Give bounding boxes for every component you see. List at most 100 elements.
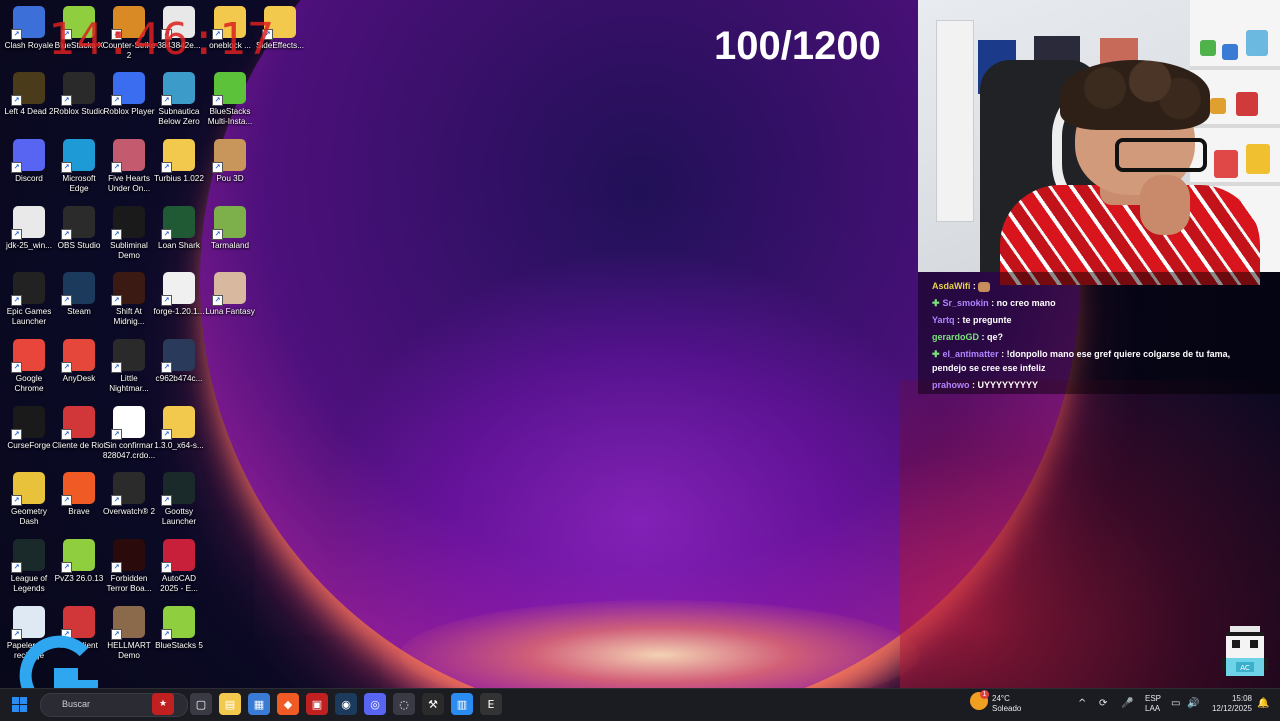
chat-badge-icon: ✚ (932, 298, 940, 308)
search-input[interactable]: Buscar (62, 699, 90, 709)
webcam-toy (1222, 44, 1238, 60)
desktop-icon[interactable]: ↗ League of Legends (2, 539, 56, 594)
desktop-icon[interactable]: ↗ Subnautica Below Zero (152, 72, 206, 127)
desktop-icon[interactable]: ↗ Little Nightmar... (102, 339, 156, 394)
chat-username[interactable]: el_antimatter (943, 349, 999, 359)
desktop-icon[interactable]: ↗ Cliente de Riot (52, 406, 106, 451)
file-explorer-icon[interactable]: ▢ (190, 693, 212, 715)
desktop-icon[interactable]: ↗ Subliminal Demo (102, 206, 156, 261)
shortcut-arrow-icon: ↗ (212, 162, 223, 173)
desktop-icon[interactable]: ↗ BlueStacks 5 (152, 606, 206, 651)
desktop-icon[interactable]: ↗ Left 4 Dead 2 (2, 72, 56, 117)
shortcut-arrow-icon: ↗ (11, 29, 22, 40)
desktop-icon-label: League of Legends (10, 574, 48, 593)
desktop-icon[interactable]: ↗ BlueStacks Multi-Insta... (203, 72, 257, 127)
chat-text: no creo mano (996, 298, 1056, 308)
webcam-toy (1200, 40, 1216, 56)
desktop-icon[interactable]: ↗ 1.3.0_x64-s... (152, 406, 206, 451)
desktop-icon[interactable]: ↗ Epic Games Launcher (2, 272, 56, 327)
overlay-counter: 100/1200 (714, 24, 881, 68)
notifications-bell-icon[interactable]: 🔔 (1257, 698, 1269, 709)
desktop-icon[interactable]: ↗ Discord (2, 139, 56, 184)
desktop-icon[interactable]: ↗ AutoCAD 2025 - E... (152, 539, 206, 594)
chat-username[interactable]: Sr_smokin (943, 298, 989, 308)
start-button[interactable] (12, 697, 28, 713)
store-icon[interactable]: ▦ (248, 693, 270, 715)
shortcut-arrow-icon: ↗ (161, 295, 172, 306)
language-indicator[interactable]: ESP (1145, 694, 1161, 704)
desktop-icon[interactable]: ↗ Five Hearts Under On... (102, 139, 156, 194)
weather-temperature[interactable]: 24°C (992, 694, 1010, 704)
shift-at-midnight-icon: ↗ (111, 272, 145, 306)
shortcut-arrow-icon: ↗ (161, 629, 172, 640)
desktop-icon[interactable]: ↗ Geometry Dash (2, 472, 56, 527)
roblox-studio-icon: ↗ (61, 72, 95, 106)
chat-username[interactable]: AsdaWifi (932, 281, 970, 291)
epic-games-icon: ↗ (11, 272, 45, 306)
taskbar-time[interactable]: 15:08 (1218, 694, 1252, 704)
shortcut-arrow-icon: ↗ (61, 495, 72, 506)
desktop-icon[interactable]: ↗ forge-1.20.1... (152, 272, 206, 317)
desktop-icon[interactable]: ↗ Pou 3D (203, 139, 257, 184)
keyboard-layout[interactable]: LAA (1145, 704, 1160, 714)
chat-message: ✚ el_antimatter : !donpollo mano ese gref… (932, 347, 1264, 375)
desktop-icon[interactable]: ↗ Shift At Midnig... (102, 272, 156, 327)
bluestacks-icon: ↗ (61, 539, 95, 573)
shortcut-arrow-icon: ↗ (11, 429, 22, 440)
discord-icon[interactable]: ◎ (364, 693, 386, 715)
clash-royale-icon: ↗ (11, 6, 45, 40)
microphone-icon[interactable]: 🎤 (1121, 698, 1133, 709)
desktop-icon[interactable]: ↗ Microsoft Edge (52, 139, 106, 194)
network-icon[interactable]: ▭ (1171, 698, 1180, 709)
weather-description[interactable]: Soleado (992, 704, 1021, 714)
desktop-icon[interactable]: ↗ jdk-25_win... (2, 206, 56, 251)
curseforge-icon[interactable]: ⚒ (422, 693, 444, 715)
desktop-icon[interactable]: ↗ Loan Shark (152, 206, 206, 251)
chat-username[interactable]: prahowo (932, 380, 970, 390)
chat-username[interactable]: gerardoGD (932, 332, 979, 342)
shortcut-arrow-icon: ↗ (11, 95, 22, 106)
desktop-icon[interactable]: ↗ Roblox Player (102, 72, 156, 117)
desktop-icon[interactable]: ↗ Roblox Studio (52, 72, 106, 117)
chat-username[interactable]: Yartq (932, 315, 955, 325)
tray-overflow-chevron-icon[interactable]: ^ (1078, 698, 1086, 709)
chat-separator: : (998, 349, 1007, 359)
volume-icon[interactable]: 🔊 (1187, 698, 1199, 709)
desktop-icon[interactable]: ↗ Turbius 1.022 (152, 139, 206, 184)
desktop-icon[interactable]: ↗ Tarmaland (203, 206, 257, 251)
desktop-icon[interactable]: ↗ Steam (52, 272, 106, 317)
steam-icon[interactable]: ◉ (335, 693, 357, 715)
subliminal-icon: ↗ (111, 206, 145, 240)
notepad-icon[interactable]: ▥ (451, 693, 473, 715)
forbidden-terror-icon: ↗ (111, 539, 145, 573)
folder-icon[interactable]: ▤ (219, 693, 241, 715)
riot-client-icon: ↗ (61, 406, 95, 440)
epic-games-icon[interactable]: E (480, 693, 502, 715)
desktop-icon[interactable]: ↗ Overwatch® 2 (102, 472, 156, 517)
shortcut-arrow-icon: ↗ (11, 229, 22, 240)
desktop-icon[interactable]: ↗ c962b474c... (152, 339, 206, 384)
obs-icon[interactable]: ◌ (393, 693, 415, 715)
subnautica-icon: ↗ (161, 72, 195, 106)
desktop-icon[interactable]: ↗ CurseForge (2, 406, 56, 451)
desktop-icon[interactable]: ↗ Forbidden Terror Boa... (102, 539, 156, 594)
shortcut-arrow-icon: ↗ (161, 95, 172, 106)
desktop-icon[interactable]: ↗ OBS Studio (52, 206, 106, 251)
brave-icon[interactable]: ◆ (277, 693, 299, 715)
desktop-icon[interactable]: ↗ AnyDesk (52, 339, 106, 384)
sync-icon[interactable]: ⟳ (1099, 698, 1107, 709)
desktop-icon[interactable]: ↗ Goottsy Launcher (152, 472, 206, 527)
desktop-icon-label: c962b474c... (155, 374, 203, 383)
chrome-icon: ↗ (11, 339, 45, 373)
bluestacks-icon: ↗ (161, 606, 195, 640)
obs-icon: ↗ (61, 206, 95, 240)
desktop-icon[interactable]: ↗ Brave (52, 472, 106, 517)
taskbar-date[interactable]: 12/12/2025 (1208, 704, 1252, 714)
roblox-player-icon: ↗ (111, 72, 145, 106)
desktop-icon[interactable]: ↗ Sin confirmar 828047.crdo... (102, 406, 156, 461)
desktop-icon[interactable]: ↗ Google Chrome (2, 339, 56, 394)
game-icon[interactable]: ▣ (306, 693, 328, 715)
desktop-icon[interactable]: ↗ Luna Fantasy (203, 272, 257, 317)
desktop-icon[interactable]: ↗ PvZ3 26.0.13 (52, 539, 106, 584)
desktop-icon[interactable]: ↗ HELLMART Demo (102, 606, 156, 661)
